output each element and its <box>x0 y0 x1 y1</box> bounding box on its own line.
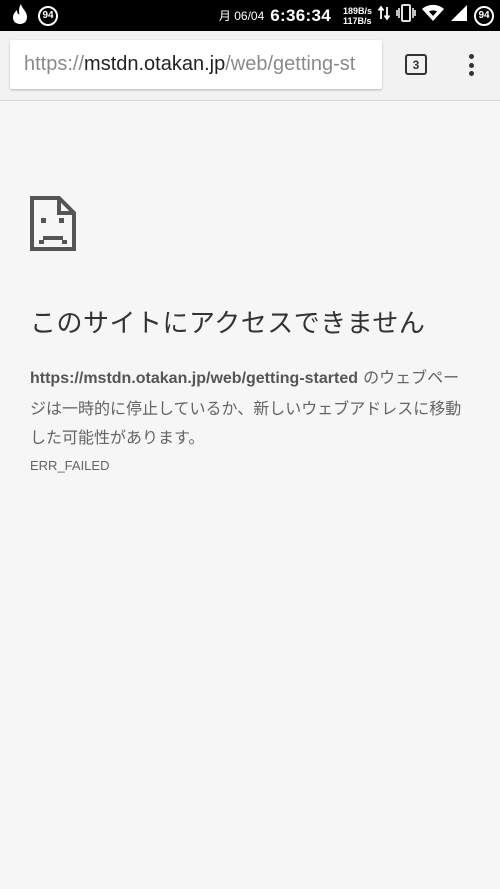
network-speed: 189B/s 117B/s <box>343 6 372 26</box>
url-text[interactable]: https://mstdn.otakan.jp/web/getting-st <box>24 40 355 89</box>
cell-signal-icon <box>450 4 468 27</box>
error-title: このサイトにアクセスできません <box>30 309 426 339</box>
error-code: ERR_FAILED <box>30 458 110 473</box>
omnibox[interactable]: https://mstdn.otakan.jp/web/getting-st <box>10 40 382 89</box>
url-scheme: https:// <box>24 53 85 75</box>
status-bar: 94 月 06/04 6:36:34 189B/s 117B/s 94 <box>0 0 500 31</box>
vibrate-icon <box>396 4 416 27</box>
upload-speed: 189B/s <box>342 5 372 16</box>
error-message: https://mstdn.otakan.jp/web/getting-star… <box>30 363 470 453</box>
status-time: 6:36:34 <box>270 5 331 25</box>
url-path: /web/getting-st <box>225 53 356 75</box>
flame-notification-icon <box>12 3 28 29</box>
tab-switcher-button[interactable]: 3 <box>405 54 427 75</box>
error-page: このサイトにアクセスできません https://mstdn.otakan.jp/… <box>0 101 500 889</box>
battery-icon: 94 <box>474 5 494 26</box>
error-url: https://mstdn.otakan.jp/web/getting-star… <box>30 370 359 387</box>
browser-toolbar: https://mstdn.otakan.jp/web/getting-st 3 <box>0 31 500 101</box>
data-transfer-icon <box>377 5 391 26</box>
wifi-icon <box>422 4 444 27</box>
overflow-menu-icon[interactable] <box>462 51 480 79</box>
sad-document-icon <box>30 196 76 255</box>
download-speed: 117B/s <box>342 15 372 26</box>
notification-badge: 94 <box>38 5 58 26</box>
url-host: mstdn.otakan.jp <box>84 53 226 75</box>
status-date: 月 06/04 <box>218 9 265 23</box>
